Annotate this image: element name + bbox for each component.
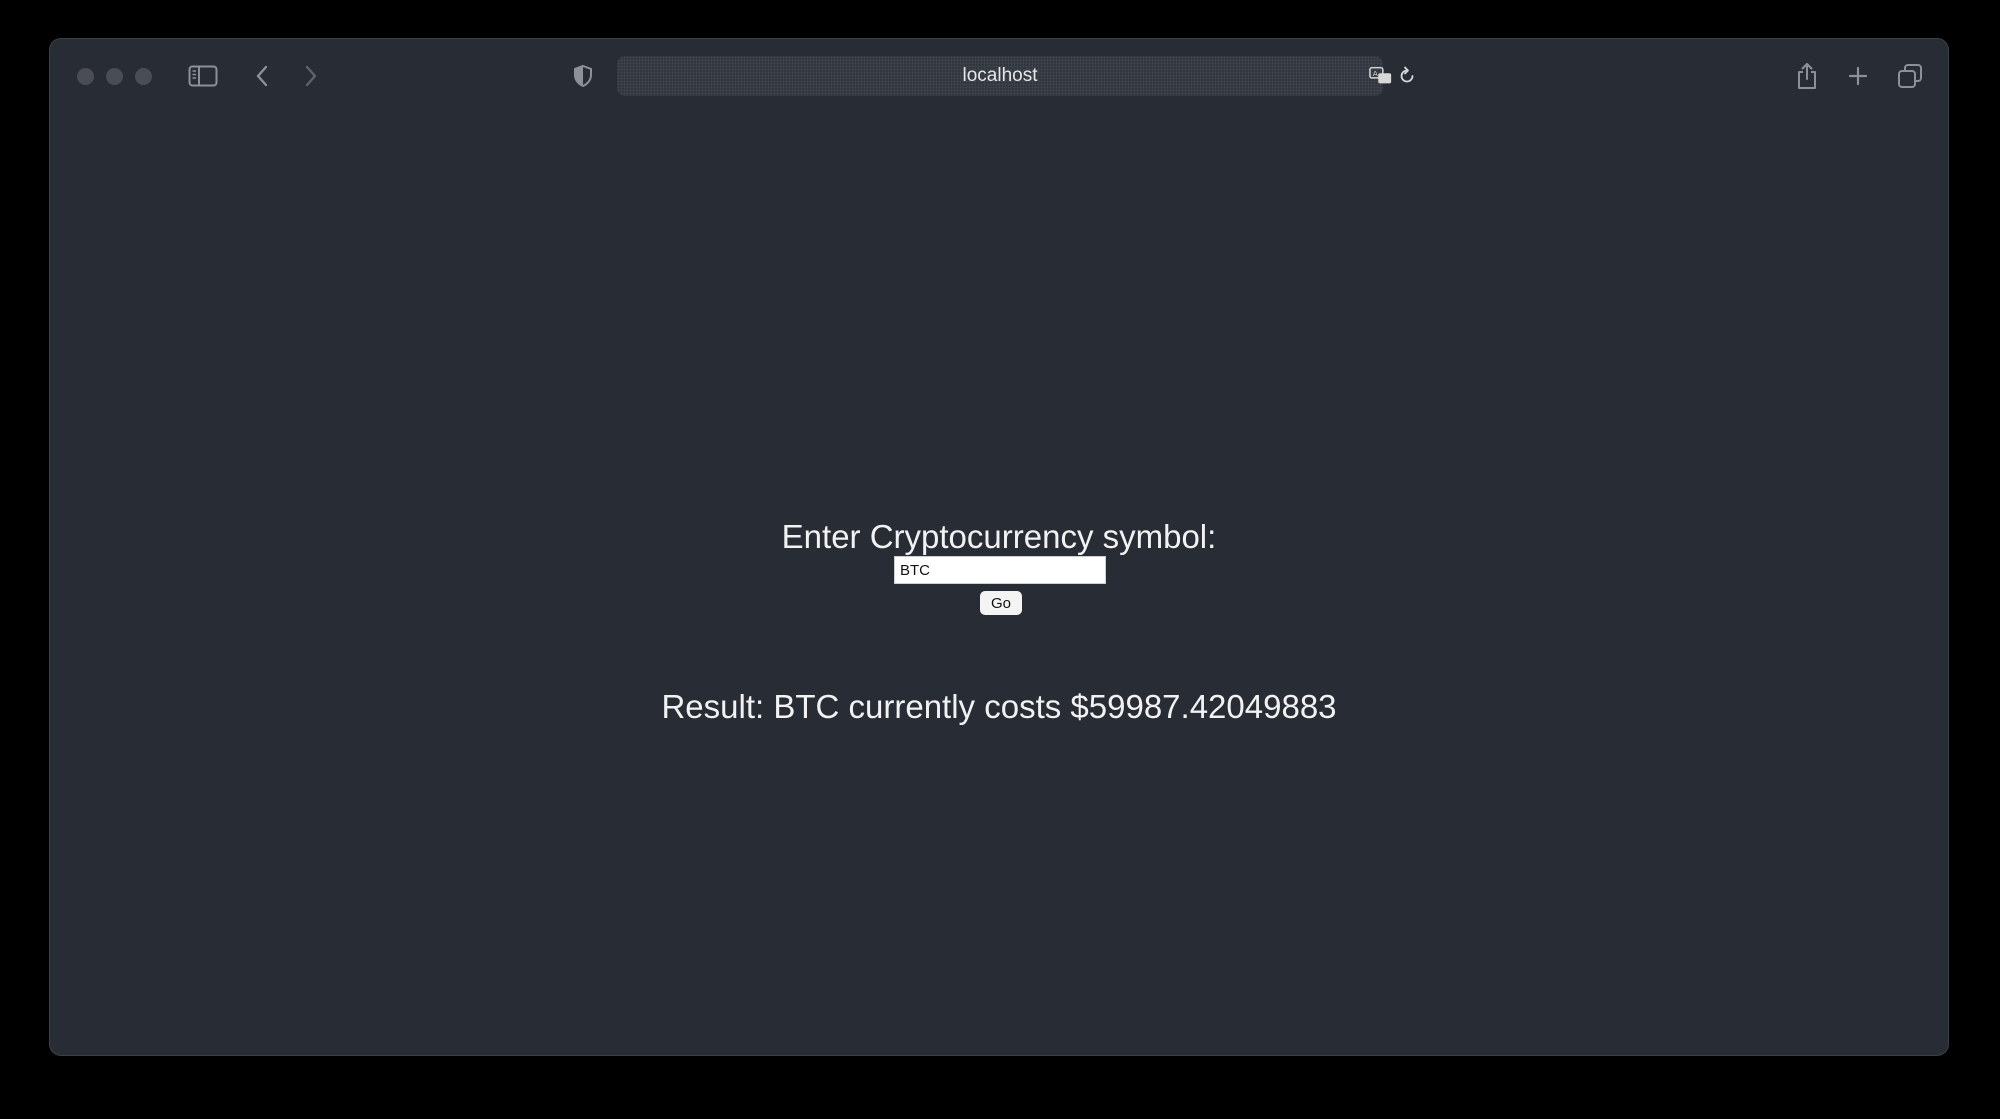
- browser-toolbar: localhost A: [50, 39, 1948, 111]
- plus-icon[interactable]: [1841, 60, 1875, 92]
- symbol-input[interactable]: [894, 556, 1106, 584]
- go-button[interactable]: Go: [980, 591, 1022, 615]
- zoom-window-button[interactable]: [135, 68, 152, 85]
- chevron-left-icon[interactable]: [245, 60, 279, 92]
- address-bar[interactable]: localhost A: [617, 56, 1414, 96]
- chevron-right-icon[interactable]: [294, 60, 328, 92]
- sidebar-icon[interactable]: [186, 60, 220, 92]
- translate-icon[interactable]: A: [1369, 65, 1393, 87]
- shield-icon[interactable]: [566, 60, 600, 92]
- symbol-prompt: Enter Cryptocurrency symbol:: [781, 518, 1217, 555]
- result-text: Result: BTC currently costs $59987.42049…: [661, 688, 1337, 725]
- reload-icon[interactable]: [1395, 65, 1419, 87]
- share-icon[interactable]: [1790, 60, 1824, 92]
- svg-text:A: A: [1373, 69, 1378, 78]
- browser-window: localhost A Enter Cryptocurrency symbol:…: [49, 38, 1949, 1056]
- url-text[interactable]: localhost: [617, 56, 1383, 96]
- page-content: Enter Cryptocurrency symbol: Go Result: …: [50, 111, 1948, 1055]
- minimize-window-button[interactable]: [106, 68, 123, 85]
- tabs-icon[interactable]: [1893, 60, 1927, 92]
- close-window-button[interactable]: [77, 68, 94, 85]
